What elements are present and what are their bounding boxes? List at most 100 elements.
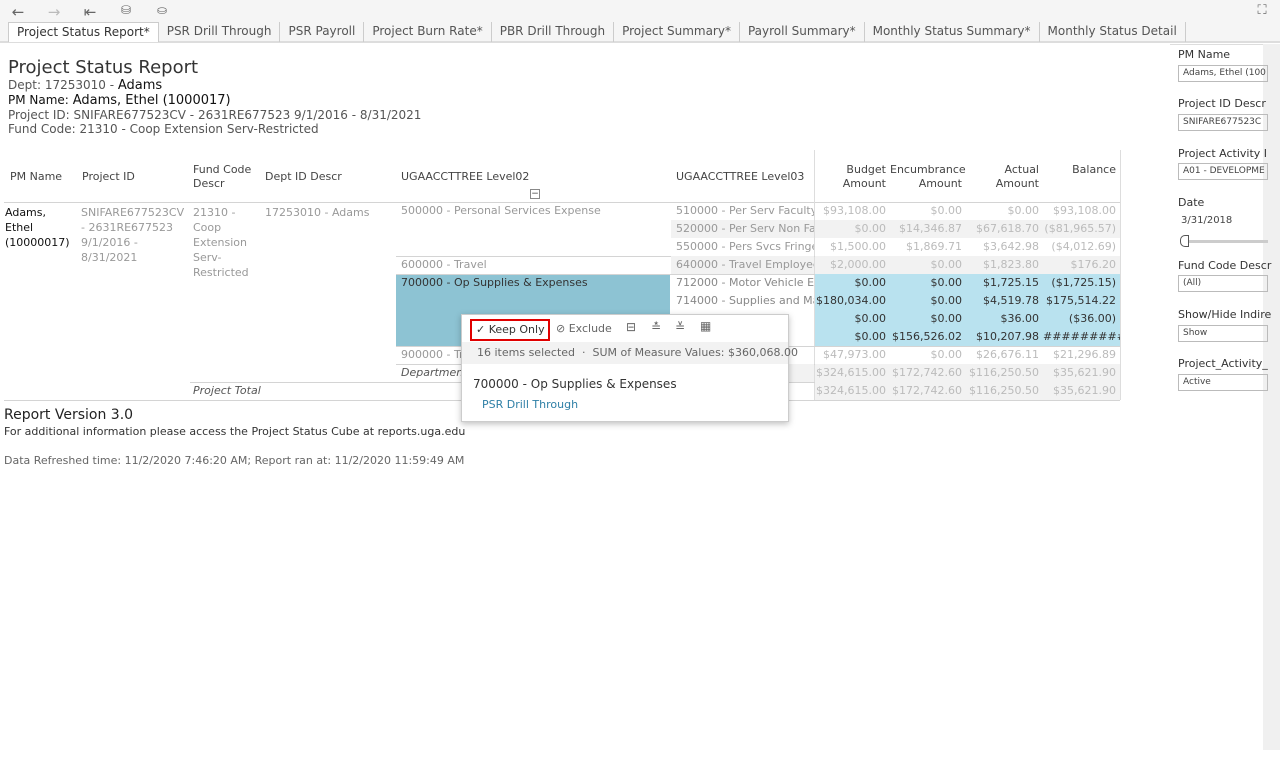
balance-cell[interactable]: ($4,012.69)	[1043, 238, 1120, 256]
column-header[interactable]: Fund Code Descr	[193, 163, 263, 191]
filter-status[interactable]: Active	[1178, 374, 1268, 391]
forward-icon[interactable]: →	[44, 3, 64, 21]
budget-cell[interactable]: $0.00	[815, 274, 890, 292]
column-header[interactable]: Actual Amount	[966, 163, 1043, 191]
collapse-icon[interactable]: ⊟	[626, 320, 636, 334]
budget-cell[interactable]: $0.00	[815, 310, 890, 328]
psr-drill-through-link[interactable]: PSR Drill Through	[482, 398, 578, 411]
balance-cell[interactable]: $176.20	[1043, 256, 1120, 274]
level03-cell[interactable]: 712000 - Motor Vehicle Ex..	[671, 274, 814, 292]
first-icon[interactable]: ⇤	[80, 3, 100, 21]
balance-cell[interactable]: ($36.00)	[1043, 310, 1120, 328]
balance-cell[interactable]: $93,108.00	[1043, 202, 1120, 220]
level03-cell[interactable]: 714000 - Supplies and Ma..	[671, 292, 814, 310]
collapse-icon[interactable]: −	[530, 189, 540, 199]
level02-cell[interactable]: 700000 - Op Supplies & Expenses	[401, 274, 669, 292]
tab-project-burn-rate[interactable]: Project Burn Rate*	[364, 22, 492, 42]
filter-project-id[interactable]: SNIFARE677523C	[1178, 114, 1268, 131]
budget-cell[interactable]: $1,500.00	[815, 238, 890, 256]
tab-project-status-report[interactable]: Project Status Report*	[8, 22, 159, 42]
column-header[interactable]: Dept ID Descr	[265, 170, 385, 184]
filter-indirect[interactable]: Show	[1178, 325, 1268, 342]
column-header[interactable]: Balance	[1043, 163, 1120, 177]
filter-activity[interactable]: A01 - DEVELOPME	[1178, 163, 1268, 180]
balance-cell[interactable]: ($1,725.15)	[1043, 274, 1120, 292]
enc-cell[interactable]: $1,869.71	[890, 238, 966, 256]
level02-cell[interactable]: 500000 - Personal Services Expense	[401, 202, 669, 220]
budget-cell[interactable]: $324,615.00	[815, 382, 890, 400]
actual-cell[interactable]: $0.00	[966, 202, 1043, 220]
enc-cell[interactable]: $0.00	[890, 292, 966, 310]
balance-cell[interactable]: #########	[1043, 328, 1120, 346]
fullscreen-icon[interactable]: ⛶	[1252, 3, 1272, 18]
enc-cell[interactable]: $156,526.02	[890, 328, 966, 346]
pause-updates-icon[interactable]: ⛀	[152, 3, 172, 17]
keep-only-button[interactable]: ✓ Keep Only	[470, 319, 550, 341]
budget-cell[interactable]: $47,973.00	[815, 346, 890, 364]
actual-cell[interactable]: $67,618.70	[966, 220, 1043, 238]
actual-cell[interactable]: $10,207.98	[966, 328, 1043, 346]
level02-cell[interactable]: 600000 - Travel	[401, 256, 669, 274]
dept-line: Dept: 17253010 - Adams	[8, 78, 421, 93]
back-icon[interactable]: ←	[8, 3, 28, 21]
exclude-button[interactable]: ⊘ Exclude	[556, 322, 612, 335]
date-slider-handle[interactable]	[1180, 235, 1189, 247]
actual-cell[interactable]: $4,519.78	[966, 292, 1043, 310]
actual-cell[interactable]: $3,642.98	[966, 238, 1043, 256]
actual-cell[interactable]: $1,823.80	[966, 256, 1043, 274]
date-slider-track[interactable]	[1182, 240, 1268, 243]
balance-cell[interactable]: ($81,965.57)	[1043, 220, 1120, 238]
view-data-icon[interactable]: ▦	[700, 319, 711, 333]
refresh-data-icon[interactable]: ⛁	[116, 3, 136, 17]
dept-id-cell[interactable]: 17253010 - Adams	[265, 205, 395, 220]
filter-pm-name[interactable]: Adams, Ethel (100	[1178, 65, 1268, 82]
column-header[interactable]: PM Name	[10, 170, 80, 184]
level03-cell[interactable]: 520000 - Per Serv Non Fac..	[671, 220, 814, 238]
tab-psr-payroll[interactable]: PSR Payroll	[280, 22, 365, 42]
tab-monthly-status-detail[interactable]: Monthly Status Detail	[1040, 22, 1186, 42]
tab-project-summary[interactable]: Project Summary*	[614, 22, 740, 42]
enc-cell[interactable]: $0.00	[890, 202, 966, 220]
actual-cell[interactable]: $116,250.50	[966, 382, 1043, 400]
budget-cell[interactable]: $2,000.00	[815, 256, 890, 274]
balance-cell[interactable]: $175,514.22	[1043, 292, 1120, 310]
column-header[interactable]: UGAACCTTREE Level02	[401, 170, 661, 184]
column-header[interactable]: Encumbrance Amount	[890, 163, 966, 191]
fund-code-cell[interactable]: 21310 - Coop Extension Serv-Restricted	[193, 205, 261, 280]
tab-pbr-drill-through[interactable]: PBR Drill Through	[492, 22, 615, 42]
enc-cell[interactable]: $172,742.60	[890, 382, 966, 400]
sort-ascending-icon[interactable]: ≛	[651, 320, 661, 334]
column-header[interactable]: Project ID	[82, 170, 182, 184]
column-header[interactable]: UGAACCTTREE Level03	[676, 170, 806, 184]
balance-cell[interactable]: $35,621.90	[1043, 364, 1120, 382]
sort-descending-icon[interactable]: ≚	[675, 320, 685, 334]
enc-cell[interactable]: $0.00	[890, 310, 966, 328]
enc-cell[interactable]: $0.00	[890, 274, 966, 292]
actual-cell[interactable]: $26,676.11	[966, 346, 1043, 364]
budget-cell[interactable]: $324,615.00	[815, 364, 890, 382]
budget-cell[interactable]: $0.00	[815, 220, 890, 238]
budget-cell[interactable]: $93,108.00	[815, 202, 890, 220]
project-id-cell[interactable]: SNIFARE677523CV - 2631RE677523 9/1/2016 …	[81, 205, 189, 265]
enc-cell[interactable]: $0.00	[890, 256, 966, 274]
actual-cell[interactable]: $36.00	[966, 310, 1043, 328]
enc-cell[interactable]: $0.00	[890, 346, 966, 364]
enc-cell[interactable]: $172,742.60	[890, 364, 966, 382]
pm-name-cell[interactable]: Adams, Ethel (10000017)	[5, 205, 77, 250]
filter-fund-code[interactable]: (All)	[1178, 275, 1268, 292]
column-header[interactable]: Budget Amount	[815, 163, 890, 191]
balance-cell[interactable]: $21,296.89	[1043, 346, 1120, 364]
budget-cell[interactable]: $180,034.00	[815, 292, 890, 310]
level03-cell[interactable]: 550000 - Pers Svcs Fringe ..	[671, 238, 814, 256]
actual-cell[interactable]: $1,725.15	[966, 274, 1043, 292]
budget-cell[interactable]: $0.00	[815, 328, 890, 346]
tab-monthly-status-summary[interactable]: Monthly Status Summary*	[865, 22, 1040, 42]
tab-psr-drill-through[interactable]: PSR Drill Through	[159, 22, 281, 42]
level03-cell[interactable]: 510000 - Per Serv Faculty ..	[671, 202, 814, 220]
toolbar: ← → ⇤ ⛁ ⛀ ⛶	[0, 0, 1280, 24]
enc-cell[interactable]: $14,346.87	[890, 220, 966, 238]
balance-cell[interactable]: $35,621.90	[1043, 382, 1120, 400]
actual-cell[interactable]: $116,250.50	[966, 364, 1043, 382]
level03-cell[interactable]: 640000 - Travel Employee..	[671, 256, 814, 274]
tab-payroll-summary[interactable]: Payroll Summary*	[740, 22, 865, 42]
